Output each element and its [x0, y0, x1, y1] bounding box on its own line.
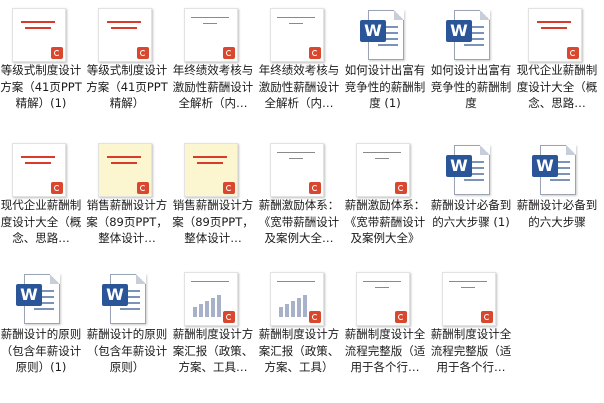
file-name: 销售薪酬设计方案（89页PPT，整体设计…	[86, 198, 168, 245]
document-thumbnail	[258, 4, 340, 62]
file-name: 年终绩效考核与激励性薪酬设计全解析（内…	[258, 63, 340, 110]
file-item[interactable]: 薪酬激励体系：《宽带薪酬设计及案例大全…	[258, 139, 340, 247]
word-document-icon: W	[430, 4, 512, 62]
document-thumbnail	[0, 4, 82, 62]
file-name: 薪酬激励体系：《宽带薪酬设计及案例大全》	[344, 198, 426, 245]
document-thumbnail	[172, 268, 254, 326]
file-name: 年终绩效考核与激励性薪酬设计全解析（内…	[172, 63, 254, 110]
word-document-icon: W	[516, 139, 598, 197]
file-name: 现代企业薪酬制度设计大全（概念、思路…	[0, 198, 82, 245]
document-thumbnail	[172, 139, 254, 197]
file-item[interactable]: 薪酬制度设计全流程完整版（适用于各个行…	[344, 268, 426, 376]
file-item[interactable]: W 薪酬设计必备到的六大步骤 (1)	[430, 139, 512, 230]
file-name: 薪酬设计必备到的六大步骤	[516, 198, 598, 229]
file-name: 薪酬制度设计全流程完整版（适用于各个行…	[344, 327, 426, 374]
file-item[interactable]: W 薪酬设计的原则（包含年薪设计原则）	[86, 268, 168, 376]
file-item[interactable]: W 薪酬设计的原则（包含年薪设计原则）(1)	[0, 268, 82, 376]
file-item[interactable]: 年终绩效考核与激励性薪酬设计全解析（内…	[258, 4, 340, 112]
file-item[interactable]: W 如何设计出富有竞争性的薪酬制度	[430, 4, 512, 112]
file-item[interactable]: 薪酬制度设计全流程完整版（适用于各个行…	[430, 268, 512, 376]
file-name: 薪酬设计的原则（包含年薪设计原则）	[86, 327, 168, 374]
file-item[interactable]: 薪酬制度设计方案汇报（政策、方案、工具）	[258, 268, 340, 376]
document-thumbnail	[516, 4, 598, 62]
file-name: 等级式制度设计方案（41页PPT精解）(1)	[0, 63, 82, 110]
file-name: 如何设计出富有竞争性的薪酬制度	[430, 63, 512, 110]
word-document-icon: W	[344, 4, 426, 62]
file-name: 薪酬制度设计全流程完整版（适用于各个行…	[430, 327, 512, 374]
document-thumbnail	[86, 4, 168, 62]
file-item[interactable]: 薪酬制度设计方案汇报（政策、方案、工具…	[172, 268, 254, 376]
document-thumbnail	[258, 268, 340, 326]
document-thumbnail	[258, 139, 340, 197]
file-item[interactable]: 薪酬激励体系：《宽带薪酬设计及案例大全》	[344, 139, 426, 247]
document-thumbnail	[344, 139, 426, 197]
word-document-icon: W	[430, 139, 512, 197]
document-thumbnail	[430, 268, 512, 326]
file-item[interactable]: 等级式制度设计方案（41页PPT精解）(1)	[0, 4, 82, 112]
file-item[interactable]: W 薪酬设计必备到的六大步骤	[516, 139, 598, 230]
file-item[interactable]: W 如何设计出富有竞争性的薪酬制度 (1)	[344, 4, 426, 112]
file-name: 销售薪酬设计方案（89页PPT，整体设计…	[172, 198, 254, 245]
file-item[interactable]: 销售薪酬设计方案（89页PPT，整体设计…	[172, 139, 254, 247]
word-document-icon: W	[86, 268, 168, 326]
file-grid: 等级式制度设计方案（41页PPT精解）(1) 等级式制度设计方案（41页PPT精解…	[0, 0, 604, 403]
file-item[interactable]: 销售薪酬设计方案（89页PPT，整体设计…	[86, 139, 168, 247]
file-name: 现代企业薪酬制度设计大全（概念、思路…	[516, 63, 598, 110]
document-thumbnail	[86, 139, 168, 197]
document-thumbnail	[172, 4, 254, 62]
file-item[interactable]: 等级式制度设计方案（41页PPT精解）	[86, 4, 168, 112]
file-name: 薪酬设计的原则（包含年薪设计原则）(1)	[0, 327, 82, 374]
file-item[interactable]: 年终绩效考核与激励性薪酬设计全解析（内…	[172, 4, 254, 112]
file-name: 等级式制度设计方案（41页PPT精解）	[86, 63, 168, 110]
file-name: 薪酬制度设计方案汇报（政策、方案、工具…	[172, 327, 254, 374]
document-thumbnail	[344, 268, 426, 326]
word-document-icon: W	[0, 268, 82, 326]
file-item[interactable]: 现代企业薪酬制度设计大全（概念、思路…	[516, 4, 598, 112]
file-name: 薪酬制度设计方案汇报（政策、方案、工具）	[258, 327, 340, 374]
file-item[interactable]: 现代企业薪酬制度设计大全（概念、思路…	[0, 139, 82, 247]
file-name: 薪酬设计必备到的六大步骤 (1)	[430, 198, 512, 229]
document-thumbnail	[0, 139, 82, 197]
file-name: 如何设计出富有竞争性的薪酬制度 (1)	[344, 63, 426, 110]
file-name: 薪酬激励体系：《宽带薪酬设计及案例大全…	[258, 198, 340, 245]
